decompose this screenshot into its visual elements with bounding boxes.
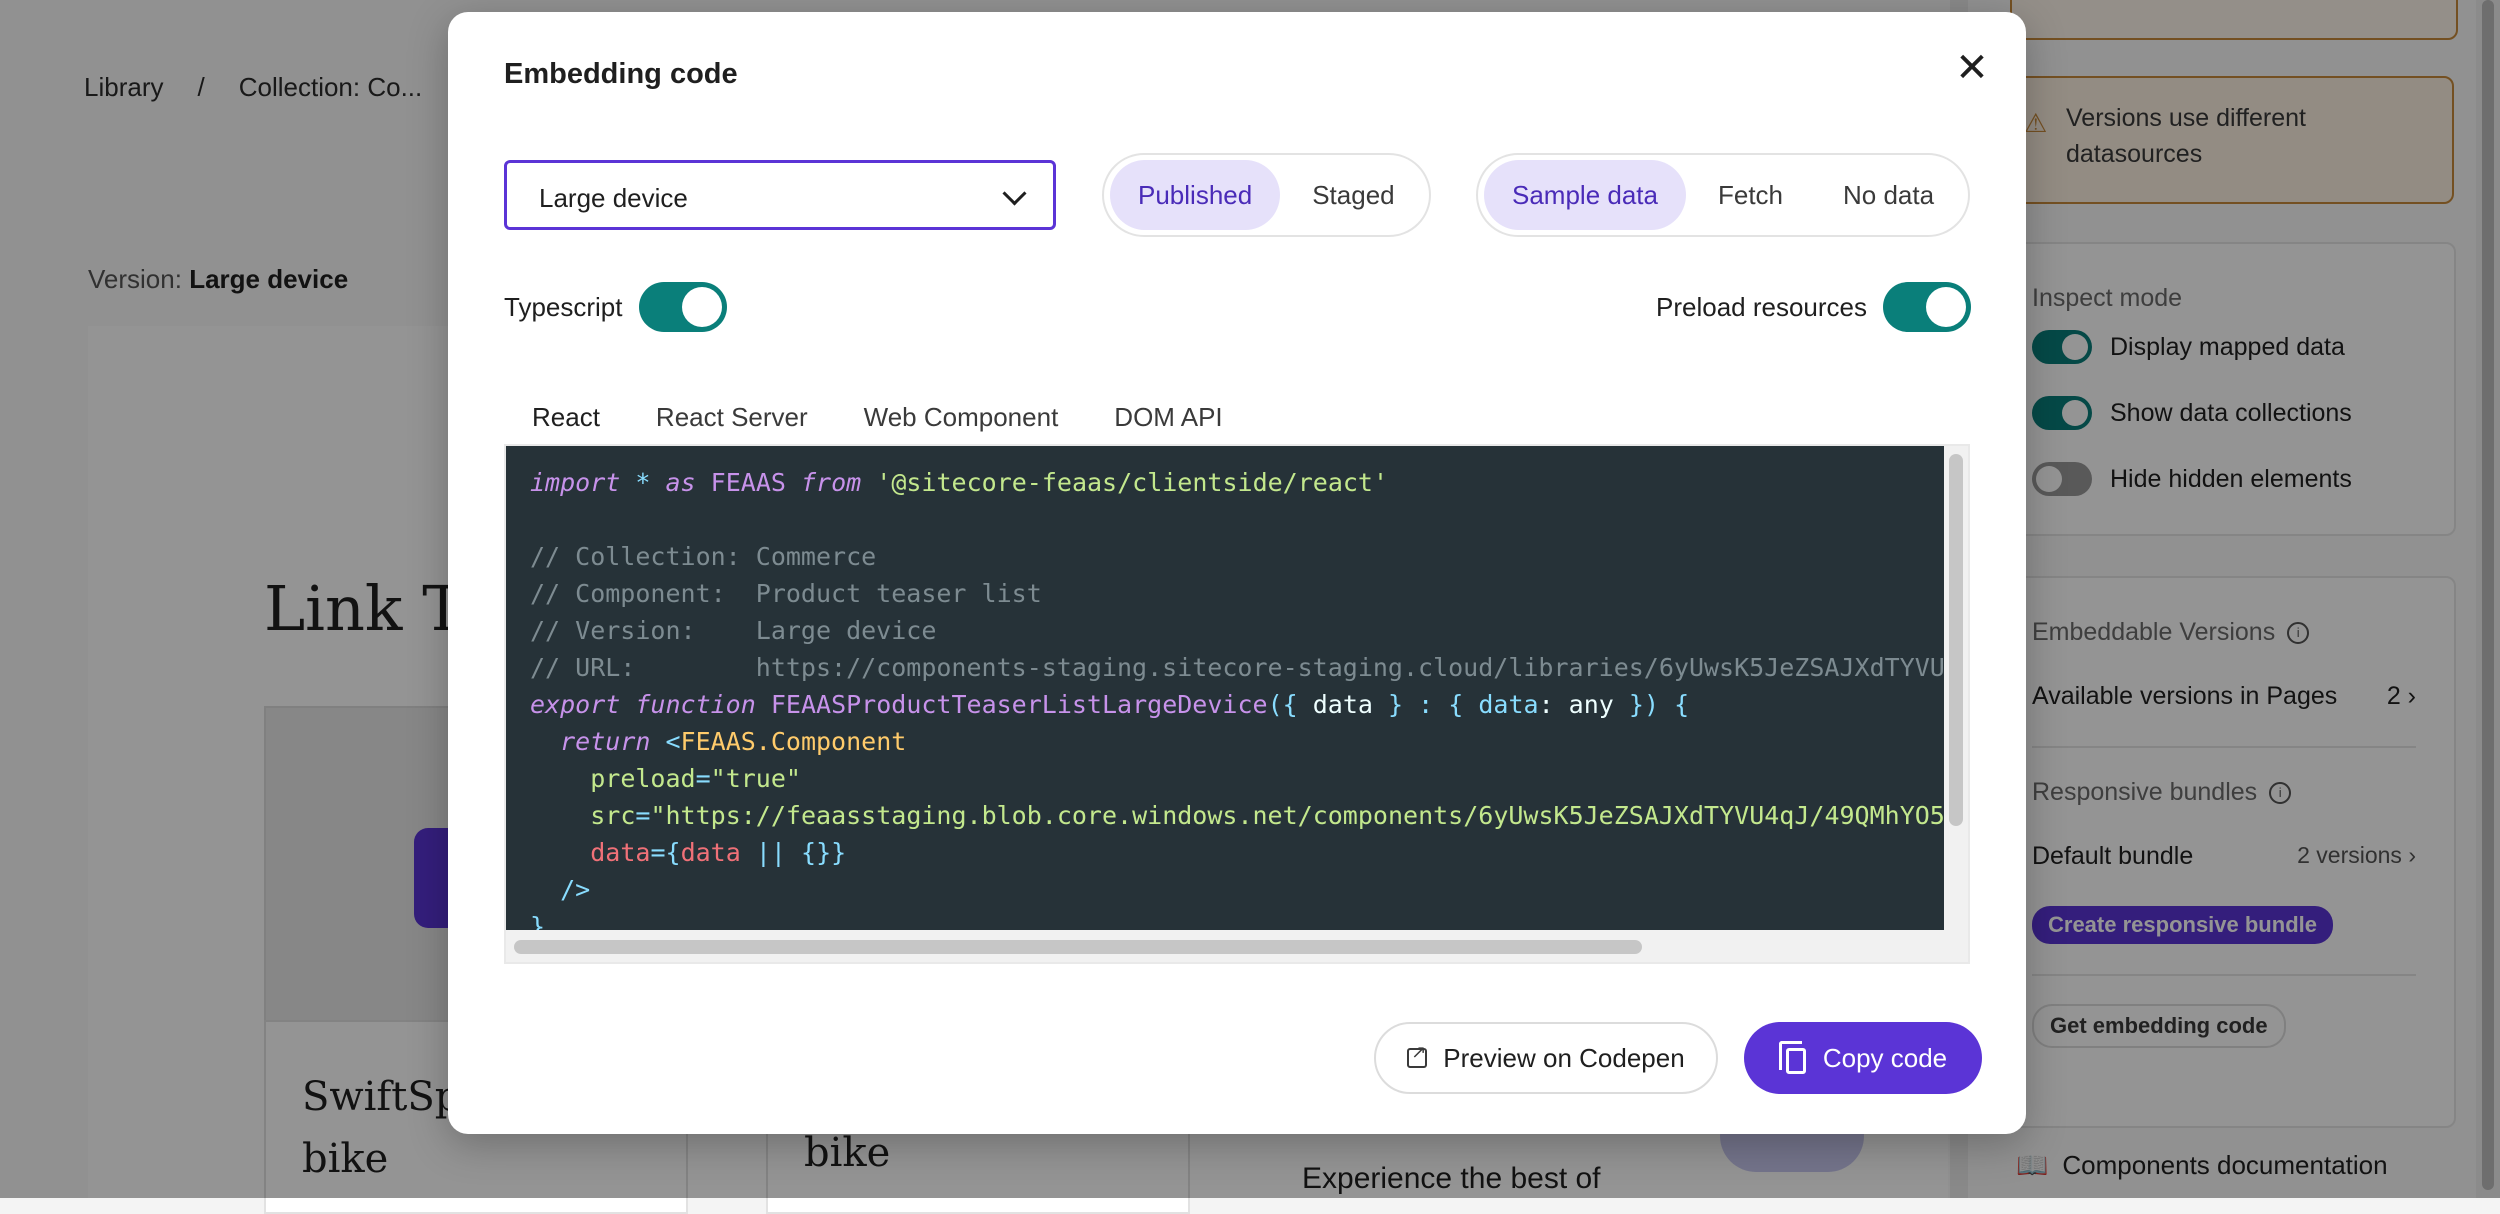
publish-state-toggle: Published Staged [1102, 153, 1431, 237]
chevron-down-icon [1002, 181, 1027, 206]
option-no-data[interactable]: No data [1815, 160, 1962, 230]
function-name: FEAASProductTeaserListLargeDevice [770, 690, 1268, 719]
scrollbar-thumb[interactable] [514, 940, 1642, 954]
code-text[interactable]: import * as FEAAS from '@sitecore-feaas/… [506, 446, 1944, 930]
code-horizontal-scrollbar[interactable] [506, 930, 1968, 962]
code-editor[interactable]: import * as FEAAS from '@sitecore-feaas/… [506, 446, 1944, 930]
typescript-toggle[interactable] [638, 282, 727, 332]
copy-code-button[interactable]: Copy code [1744, 1022, 1982, 1094]
preview-on-codepen-button[interactable]: Preview on Codepen [1374, 1022, 1718, 1094]
typescript-label: Typescript [504, 291, 623, 322]
option-sample-data[interactable]: Sample data [1484, 160, 1686, 230]
external-link-icon [1407, 1042, 1428, 1068]
option-published[interactable]: Published [1110, 160, 1281, 230]
scrollbar-thumb[interactable] [1949, 454, 1963, 826]
option-fetch[interactable]: Fetch [1690, 160, 1811, 230]
tab-react-server[interactable]: React Server [628, 386, 836, 448]
code-tabs: React React Server Web Component DOM API [504, 386, 1970, 450]
modal-title: Embedding code [504, 58, 738, 90]
data-mode-toggle: Sample data Fetch No data [1476, 153, 1971, 237]
tab-dom-api[interactable]: DOM API [1086, 386, 1250, 448]
preload-label: Preload resources [1656, 291, 1867, 322]
copy-icon [1778, 1041, 1807, 1075]
tab-web-component[interactable]: Web Component [836, 386, 1087, 448]
embedding-code-modal: Embedding code ✕ Large device Published … [448, 12, 2026, 1134]
tab-react[interactable]: React [504, 386, 628, 448]
code-block[interactable]: import * as FEAAS from '@sitecore-feaas/… [504, 444, 1970, 964]
typescript-toggle-row: Typescript [504, 282, 727, 332]
code-vertical-scrollbar[interactable] [1944, 446, 1968, 930]
device-select-value: Large device [539, 183, 688, 213]
device-select[interactable]: Large device [504, 160, 1056, 230]
preload-toggle[interactable] [1883, 282, 1971, 332]
src-url: https://feaasstaging.blob.core.windows.n… [665, 801, 1945, 830]
close-icon[interactable]: ✕ [1952, 48, 1992, 88]
preload-toggle-row: Preload resources [1656, 282, 1971, 332]
option-staged[interactable]: Staged [1284, 160, 1422, 230]
